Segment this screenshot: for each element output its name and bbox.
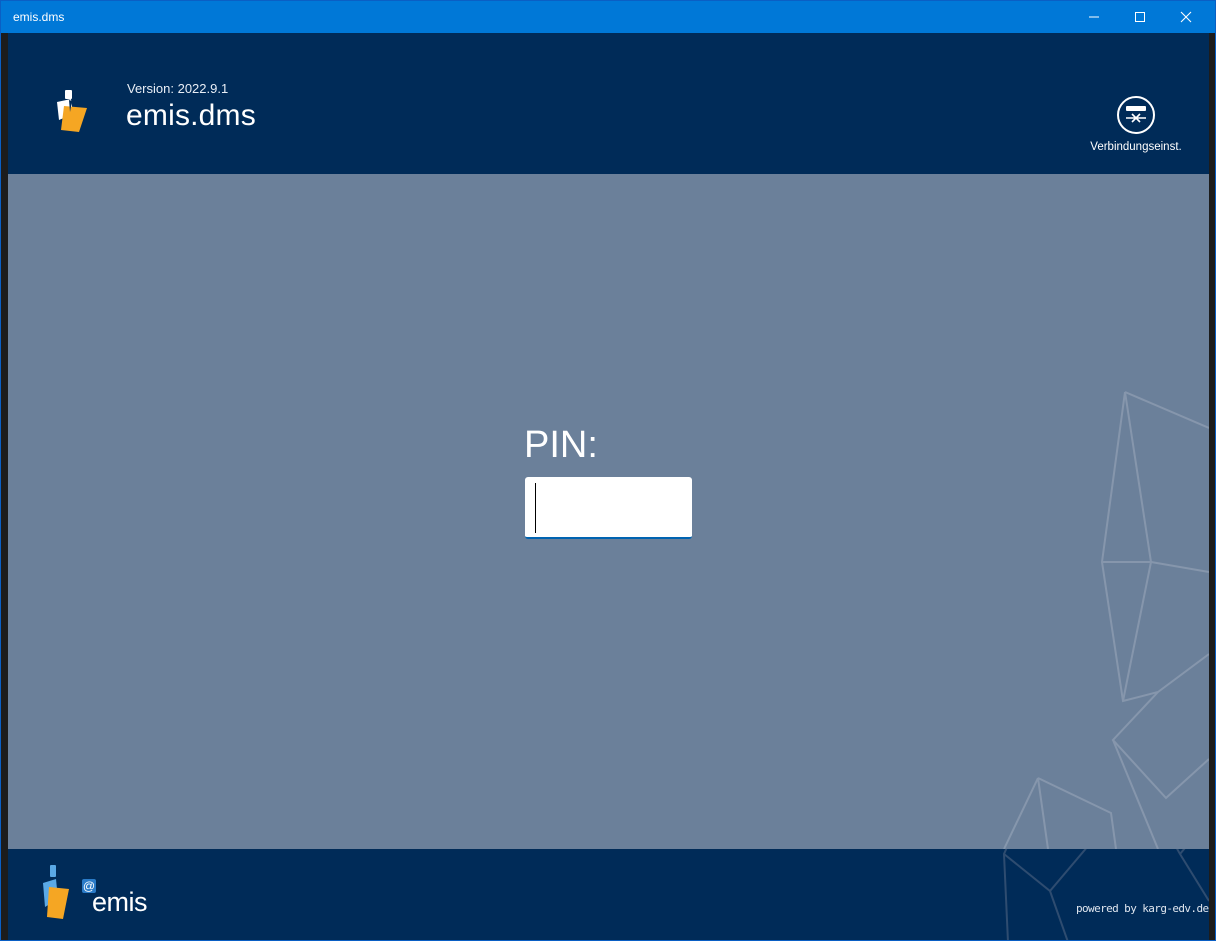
minimize-button[interactable] xyxy=(1071,1,1117,33)
maximize-button[interactable] xyxy=(1117,1,1163,33)
version-text: Version: 2022.9.1 xyxy=(127,81,229,96)
window-title: emis.dms xyxy=(13,10,65,24)
connection-settings-button[interactable]: Verbindungseinst. xyxy=(1082,93,1190,161)
maximize-icon xyxy=(1135,12,1145,22)
close-icon xyxy=(1180,11,1192,23)
title-bar[interactable]: emis.dms xyxy=(1,1,1215,33)
decorative-crystal-lines-footer xyxy=(1002,849,1209,940)
login-area: PIN: xyxy=(8,174,1209,849)
app-title: emis.dms xyxy=(126,99,256,132)
minimize-icon xyxy=(1089,16,1099,18)
connection-settings-label: Verbindungseinst. xyxy=(1090,141,1182,153)
powered-by-text: powered by karg-edv.de xyxy=(1076,902,1209,915)
close-button[interactable] xyxy=(1163,1,1209,33)
pin-input[interactable] xyxy=(525,477,692,539)
window-frame-left xyxy=(1,33,8,940)
pin-label: PIN: xyxy=(524,424,598,466)
connection-settings-icon xyxy=(1117,96,1155,134)
app-logo-icon xyxy=(57,90,87,132)
text-caret xyxy=(535,483,536,533)
window-frame-right xyxy=(1209,33,1215,940)
emis-logo-icon xyxy=(43,865,69,919)
app-window: emis.dms Version: 2022.9.1 emis.dms Verb… xyxy=(0,0,1216,941)
app-footer: @ emis powered by karg-edv.de xyxy=(8,849,1209,940)
emis-brand-name: emis xyxy=(92,887,148,917)
app-header: Version: 2022.9.1 emis.dms Verbindungsei… xyxy=(8,33,1209,174)
